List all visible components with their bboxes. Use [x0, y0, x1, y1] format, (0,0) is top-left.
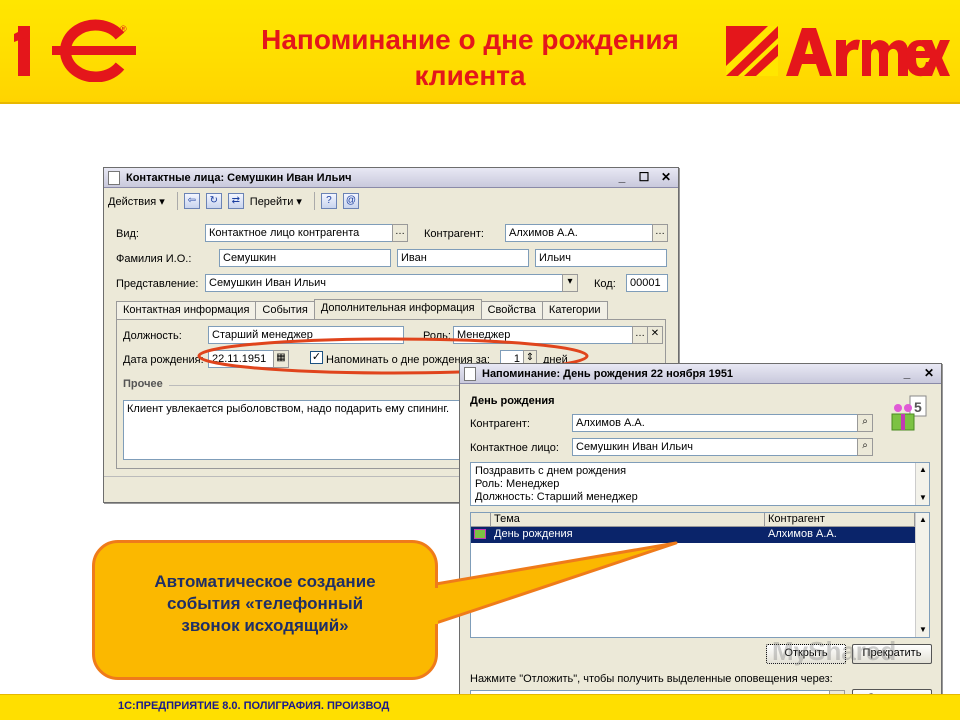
column-counterparty[interactable]: Контрагент — [765, 513, 915, 526]
reminder-contact-label: Контактное лицо: — [470, 442, 559, 454]
search-icon[interactable]: ⌕ — [857, 438, 873, 456]
column-icon — [471, 513, 491, 526]
watermark: MyShared — [772, 636, 897, 666]
events-list-header: Тема Контрагент — [471, 513, 929, 527]
callout-line: события «телефонный — [166, 594, 364, 613]
slide: ® Напоминание о дне рождения клиента Кон… — [0, 0, 960, 720]
reminder-notes[interactable]: Поздравить с днем рождения Роль: Менедже… — [470, 462, 930, 506]
postpone-hint: Нажмите "Отложить", чтобы получить выдел… — [470, 673, 833, 685]
close-icon[interactable]: ✕ — [921, 366, 937, 381]
note-line: Должность: Старший менеджер — [475, 491, 638, 503]
reminder-counterparty-label: Контрагент: — [470, 418, 530, 430]
reminder-counterparty-field[interactable]: Алхимов А.А. — [572, 414, 858, 432]
callout-tail-cover — [420, 588, 438, 624]
reminder-heading: День рождения — [470, 395, 555, 407]
callout-line: Автоматическое создание — [154, 572, 376, 591]
events-scrollbar[interactable]: ▲ ▼ — [915, 513, 929, 637]
callout-line: звонок исходящий» — [181, 616, 349, 635]
row-topic: День рождения — [491, 527, 765, 543]
notes-scrollbar[interactable]: ▲ ▼ — [915, 463, 929, 505]
column-topic[interactable]: Тема — [491, 513, 765, 526]
scroll-down-icon[interactable]: ▼ — [918, 493, 928, 503]
document-icon — [464, 366, 476, 381]
birthday-gift-icon: 5 — [891, 395, 927, 431]
note-line: Роль: Менеджер — [475, 478, 560, 490]
footer-text: 1С:ПРЕДПРИЯТИЕ 8.0. ПОЛИГРАФИЯ. ПРОИЗВОД — [118, 700, 390, 712]
events-list: Тема Контрагент День рождения Алхимов А.… — [470, 512, 930, 638]
minimize-icon[interactable]: _ — [899, 366, 915, 381]
reminder-window-titlebar[interactable]: Напоминание: День рождения 22 ноября 195… — [460, 364, 941, 384]
scroll-up-icon[interactable]: ▲ — [918, 465, 928, 475]
reminder-contact-field[interactable]: Семушкин Иван Ильич — [572, 438, 858, 456]
search-icon[interactable]: ⌕ — [857, 414, 873, 432]
scroll-up-icon[interactable]: ▲ — [918, 515, 928, 525]
scroll-down-icon[interactable]: ▼ — [918, 625, 928, 635]
table-row[interactable]: День рождения Алхимов А.А. — [471, 527, 929, 543]
reminder-window-footer-overlap — [459, 694, 942, 716]
note-line: Поздравить с днем рождения — [475, 465, 627, 477]
calendar-day: 5 — [914, 399, 922, 415]
reminder-window-title: Напоминание: День рождения 22 ноября 195… — [482, 367, 734, 380]
row-counterparty: Алхимов А.А. — [765, 527, 915, 543]
callout-bubble: Автоматическое создание события «телефон… — [92, 540, 438, 680]
gift-icon — [471, 527, 491, 543]
callout-text: Автоматическое создание события «телефон… — [95, 571, 435, 637]
